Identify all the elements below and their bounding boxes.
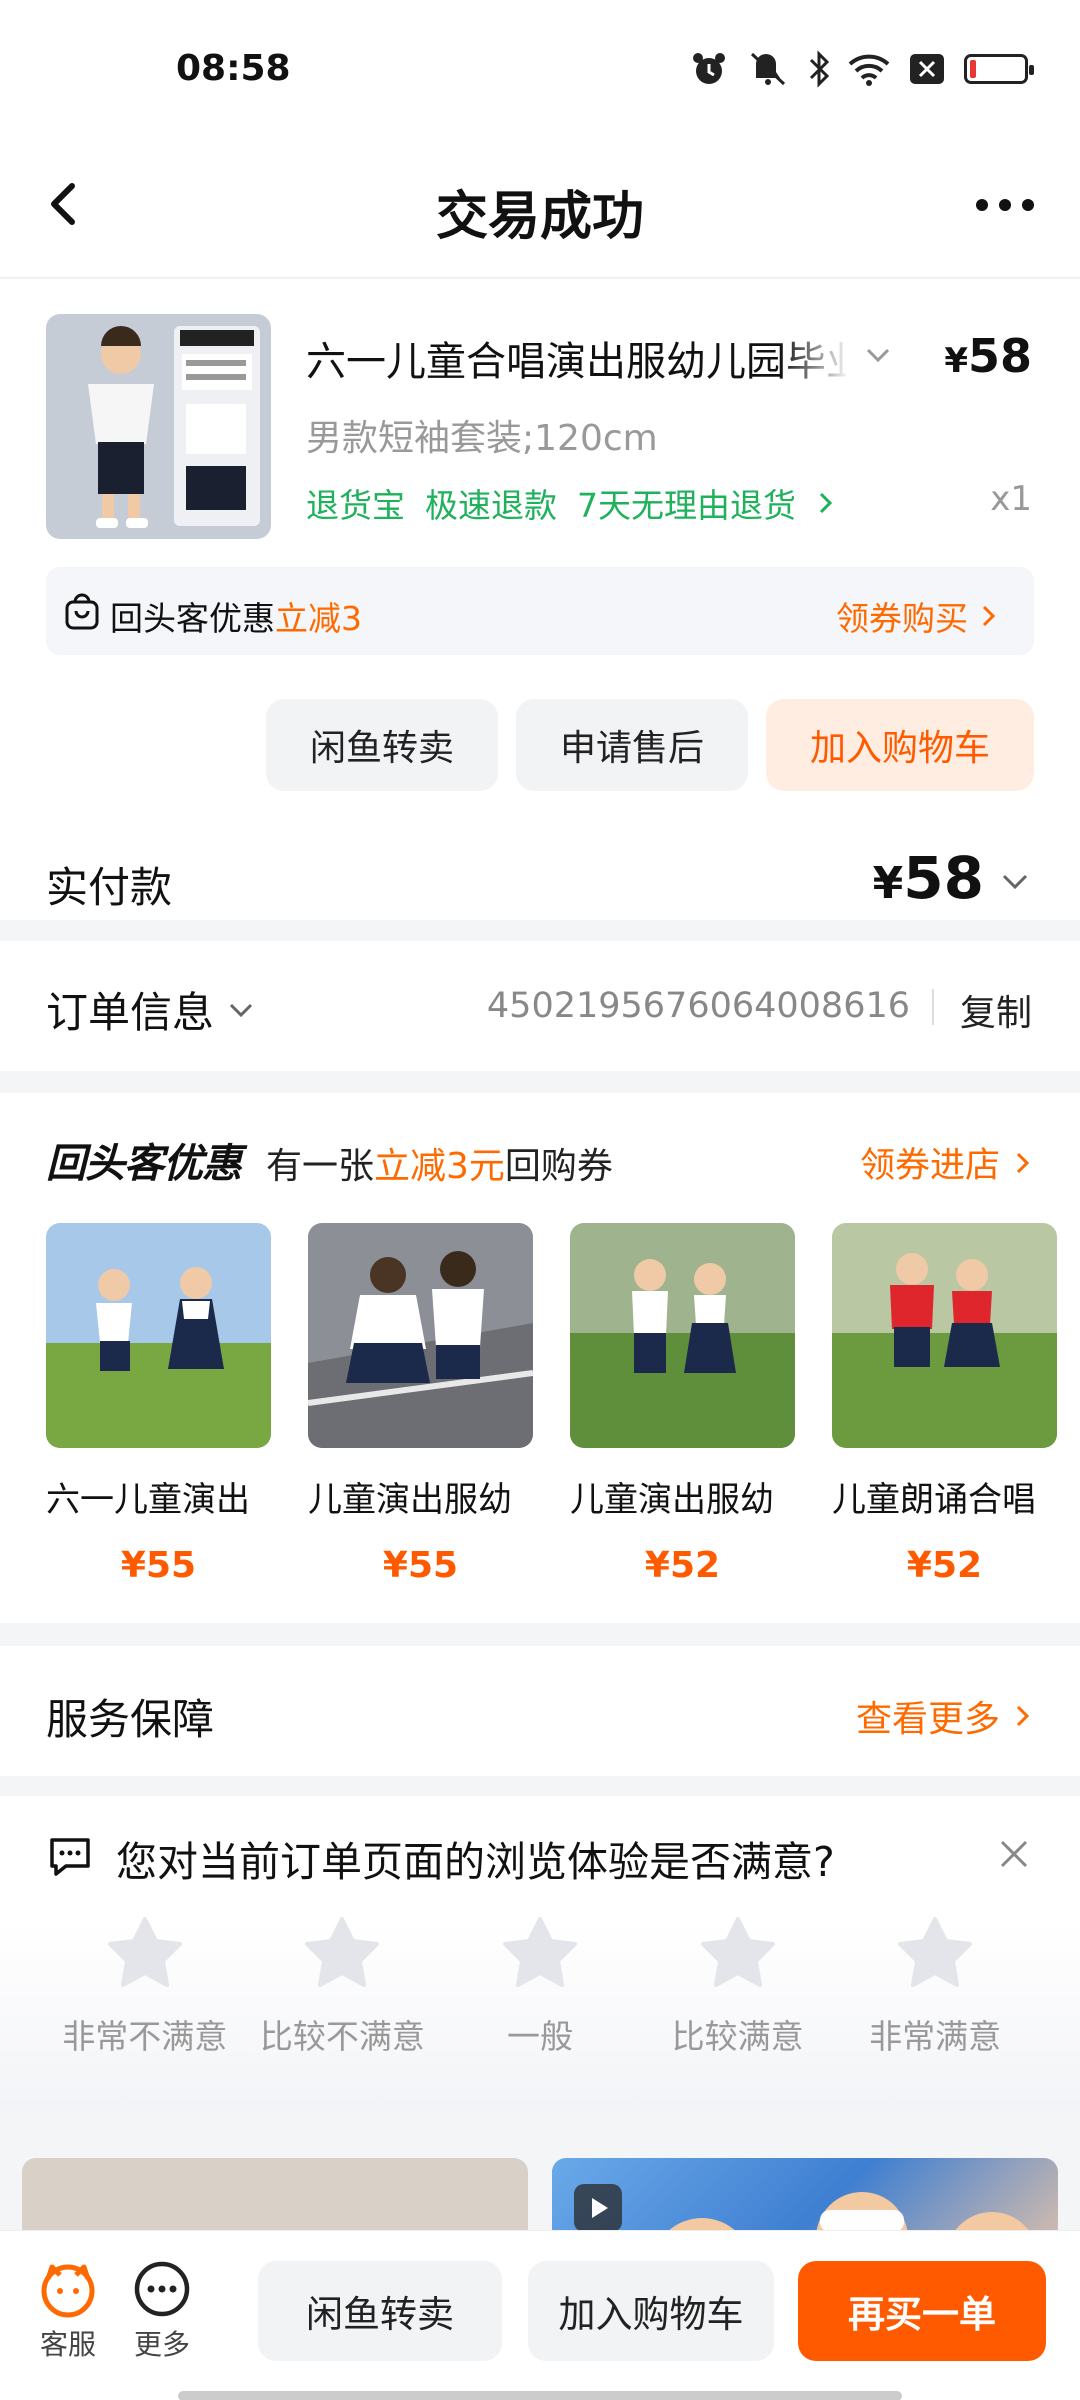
copy-order-button[interactable]: 复制 [960,984,1032,1036]
rating-very-satisfied[interactable]: 非常满意 [836,1916,1034,2058]
order-number: 4502195676064008616 [486,986,910,1026]
recommendation-price: ¥55 [382,1545,459,1586]
recommendation-image [570,1223,795,1448]
star-icon [700,1917,775,1987]
paid-amount: ¥58 [872,844,984,912]
recommendation-item[interactable]: 儿童演出服幼 ¥52 [570,1223,795,1586]
resell-button[interactable]: 闲鱼转卖 [265,699,498,791]
coupon-text: 回头客优惠立减3 [110,599,362,638]
bottom-add-to-cart-button[interactable]: 加入购物车 [528,2261,774,2361]
chevron-down-icon [229,1003,253,1017]
recommendation-name: 儿童演出服幼 [570,1480,774,1520]
status-time: 08:58 [176,48,291,89]
recommendation-name: 儿童朗诵合唱 [832,1480,1036,1520]
more-circle-icon [134,2261,190,2317]
coupon-description: 有一张立减3元回购券 [266,1146,613,1187]
recommendation-price: ¥52 [906,1545,983,1586]
bottom-bar: 客服 更多 闲鱼转卖 加入购物车 再买一单 [0,2230,1080,2400]
recommendation-image [308,1223,533,1448]
recommendation-price: ¥52 [644,1545,721,1586]
more-options-button[interactable] [970,180,1040,230]
paid-row[interactable]: 实付款 ¥58 [0,834,1080,920]
recommendation-image [832,1223,1057,1448]
rating-neutral[interactable]: 一般 [441,1916,639,2058]
product-quantity: x1 [990,479,1032,519]
service-guarantee-label: 服务保障 [46,1695,215,1744]
product-spec: 男款短袖套装;120cm [306,418,658,459]
paid-label: 实付款 [46,863,173,912]
expand-chevron-icon[interactable] [862,339,894,371]
chevron-right-icon [1016,1152,1030,1173]
recommendation-name: 儿童演出服幼 [308,1480,512,1520]
product-actions: 闲鱼转卖 申请售后 加入购物车 [265,699,1034,791]
tag-7day-return: 7天无理由退货 [577,486,796,525]
survey-question: 您对当前订单页面的浏览体验是否满意? [116,1838,835,1886]
header: 交易成功 [0,130,1080,278]
star-icon [502,1917,577,1987]
chevron-down-icon [1002,874,1028,890]
coupon-bar[interactable]: 回头客优惠立减3 领券购买 [46,567,1034,655]
battery-icon [964,54,1034,84]
status-icons [690,50,1034,88]
get-coupon-enter-shop-button[interactable]: 领券进店 [860,1137,1032,1188]
status-bar: 08:58 [0,0,1080,130]
recommendation-price: ¥55 [120,1545,197,1586]
order-info-card: 订单信息 4502195676064008616 复制 [0,941,1080,1071]
customer-service-button[interactable]: 客服 [18,2259,118,2363]
tag-return-insurance: 退货宝 [306,486,405,525]
after-sales-button[interactable]: 申请售后 [515,699,748,791]
sim-off-icon [908,52,946,86]
wifi-icon [848,52,890,86]
recommendation-item[interactable]: 儿童朗诵合唱 ¥52 [832,1223,1057,1586]
bluetooth-icon [808,50,830,88]
bottom-resell-button[interactable]: 闲鱼转卖 [258,2261,502,2361]
shopping-bag-icon [65,593,99,630]
buy-again-button[interactable]: 再买一单 [798,2261,1046,2361]
customer-service-icon [41,2264,95,2318]
star-icon [305,1917,380,1987]
add-to-cart-button[interactable]: 加入购物车 [765,699,1034,791]
service-guarantee-card[interactable]: 服务保障 查看更多 [0,1646,1080,1776]
chevron-right-icon [1016,1705,1030,1727]
star-icon [898,1917,973,1987]
alarm-icon [690,50,728,88]
recommendation-feed [0,2130,1080,2298]
recommendation-item[interactable]: 六一儿童演出 ¥55 [46,1223,271,1586]
returning-customer-card: 回头客优惠 有一张立减3元回购券 领券进店 六一儿童演出 ¥55 儿童演出服幼 … [0,1093,1080,1623]
order-info-toggle[interactable]: 订单信息 [46,979,256,1040]
rating-dissatisfied[interactable]: 比较不满意 [244,1916,442,2058]
rating-very-dissatisfied[interactable]: 非常不满意 [46,1916,244,2058]
product-image[interactable] [46,314,271,539]
get-coupon-buy-button[interactable]: 领券购买 [836,592,998,640]
chevron-right-icon [982,605,996,627]
view-more-button[interactable]: 查看更多 [856,1690,1032,1742]
chat-bubble-icon [50,1838,90,1876]
recommendation-list: 六一儿童演出 ¥55 儿童演出服幼 ¥55 儿童演出服幼 ¥52 儿童朗诵合唱 … [46,1223,1057,1586]
product-title[interactable]: 六一儿童合唱演出服幼儿园毕业 [306,329,846,387]
tag-fast-refund: 极速退款 [425,486,557,525]
returning-customer-logo: 回头客优惠 [46,1141,242,1187]
chevron-right-icon [819,492,833,514]
close-icon[interactable] [994,1834,1034,1874]
recommendation-name: 六一儿童演出 [46,1480,250,1520]
satisfaction-survey: 您对当前订单页面的浏览体验是否满意? 非常不满意 比较不满意 一般 比较满意 非… [0,1796,1080,2110]
product-card: 六一儿童合唱演出服幼儿园毕业 ¥58 男款短袖套装;120cm 退货宝 极速退款… [0,279,1080,920]
rating-satisfied[interactable]: 比较满意 [639,1916,837,2058]
recommendation-image [46,1223,271,1448]
product-price: ¥58 [944,329,1032,383]
more-button[interactable]: 更多 [112,2259,212,2363]
recommendation-item[interactable]: 儿童演出服幼 ¥55 [308,1223,533,1586]
home-indicator[interactable] [178,2391,902,2400]
rating-options: 非常不满意 比较不满意 一般 比较满意 非常满意 [46,1916,1034,2058]
ellipsis-icon [976,199,1034,211]
service-tags[interactable]: 退货宝 极速退款 7天无理由退货 [306,479,836,527]
mute-icon [746,50,790,88]
page-title: 交易成功 [435,187,644,247]
star-icon [107,1917,182,1987]
